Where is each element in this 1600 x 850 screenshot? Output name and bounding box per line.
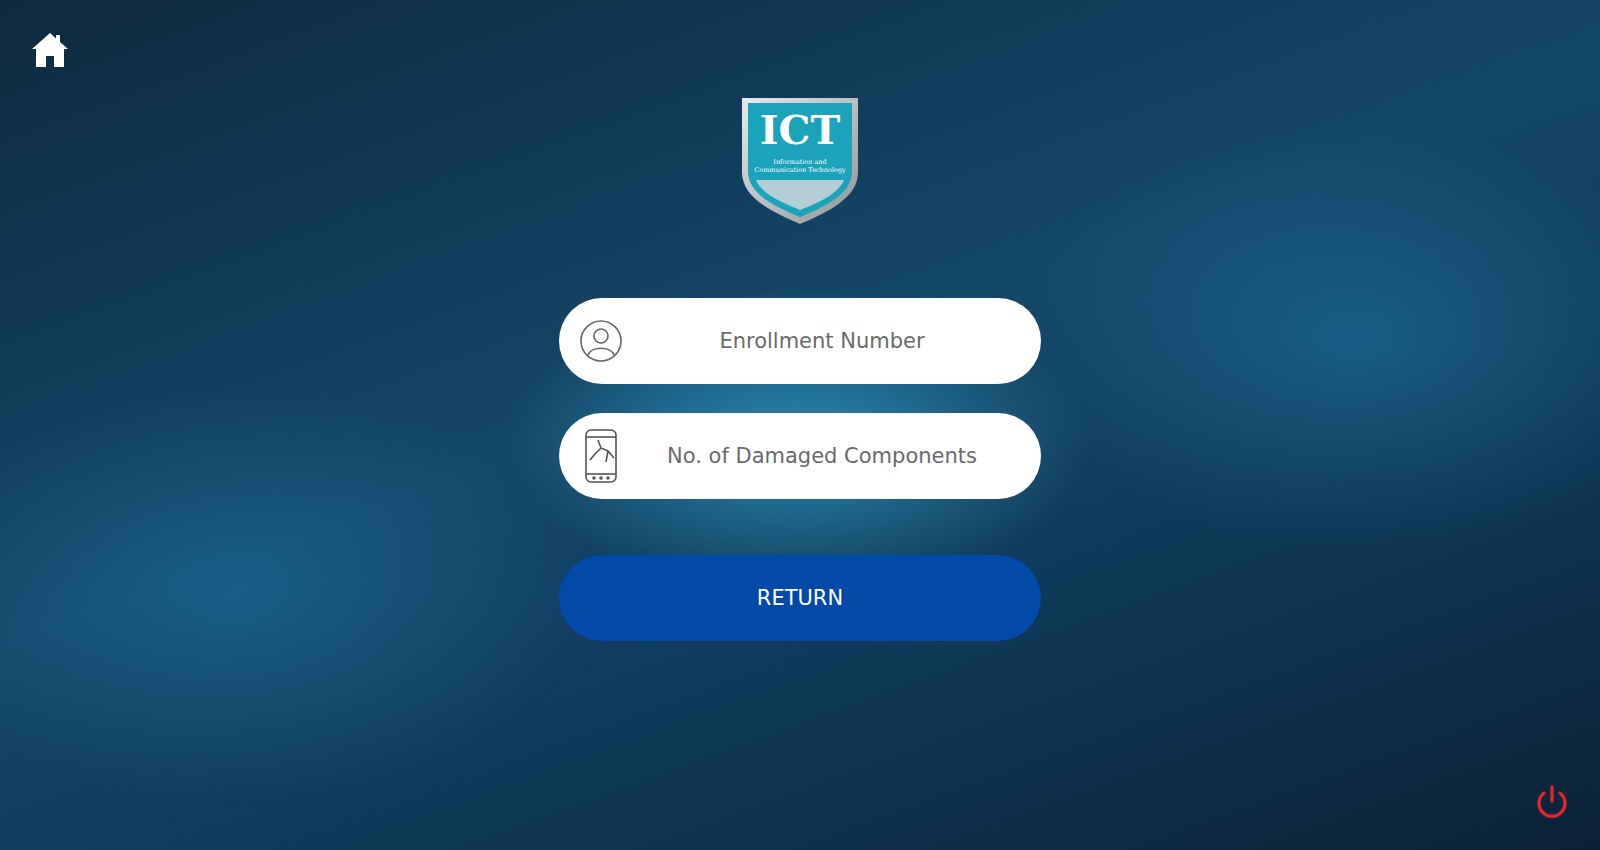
user-icon [579, 319, 623, 363]
screen: ICT Information andCommunication Technolo… [0, 0, 1600, 850]
home-icon [30, 30, 70, 70]
power-icon [1534, 784, 1570, 820]
broken-phone-icon [584, 428, 618, 484]
return-button[interactable]: RETURN [559, 555, 1041, 641]
text-input[interactable] [623, 321, 1017, 361]
power-button[interactable] [1530, 780, 1574, 824]
return-form: RETURN [559, 298, 1041, 641]
ict-logo: ICT Information andCommunication Technolo… [738, 94, 862, 226]
logo-subtitle: Information andCommunication Technology [754, 158, 845, 174]
home-button[interactable] [28, 28, 72, 72]
form-field [559, 298, 1041, 384]
text-input[interactable] [623, 436, 1017, 476]
form-field [559, 413, 1041, 499]
logo-title: ICT [760, 106, 840, 154]
